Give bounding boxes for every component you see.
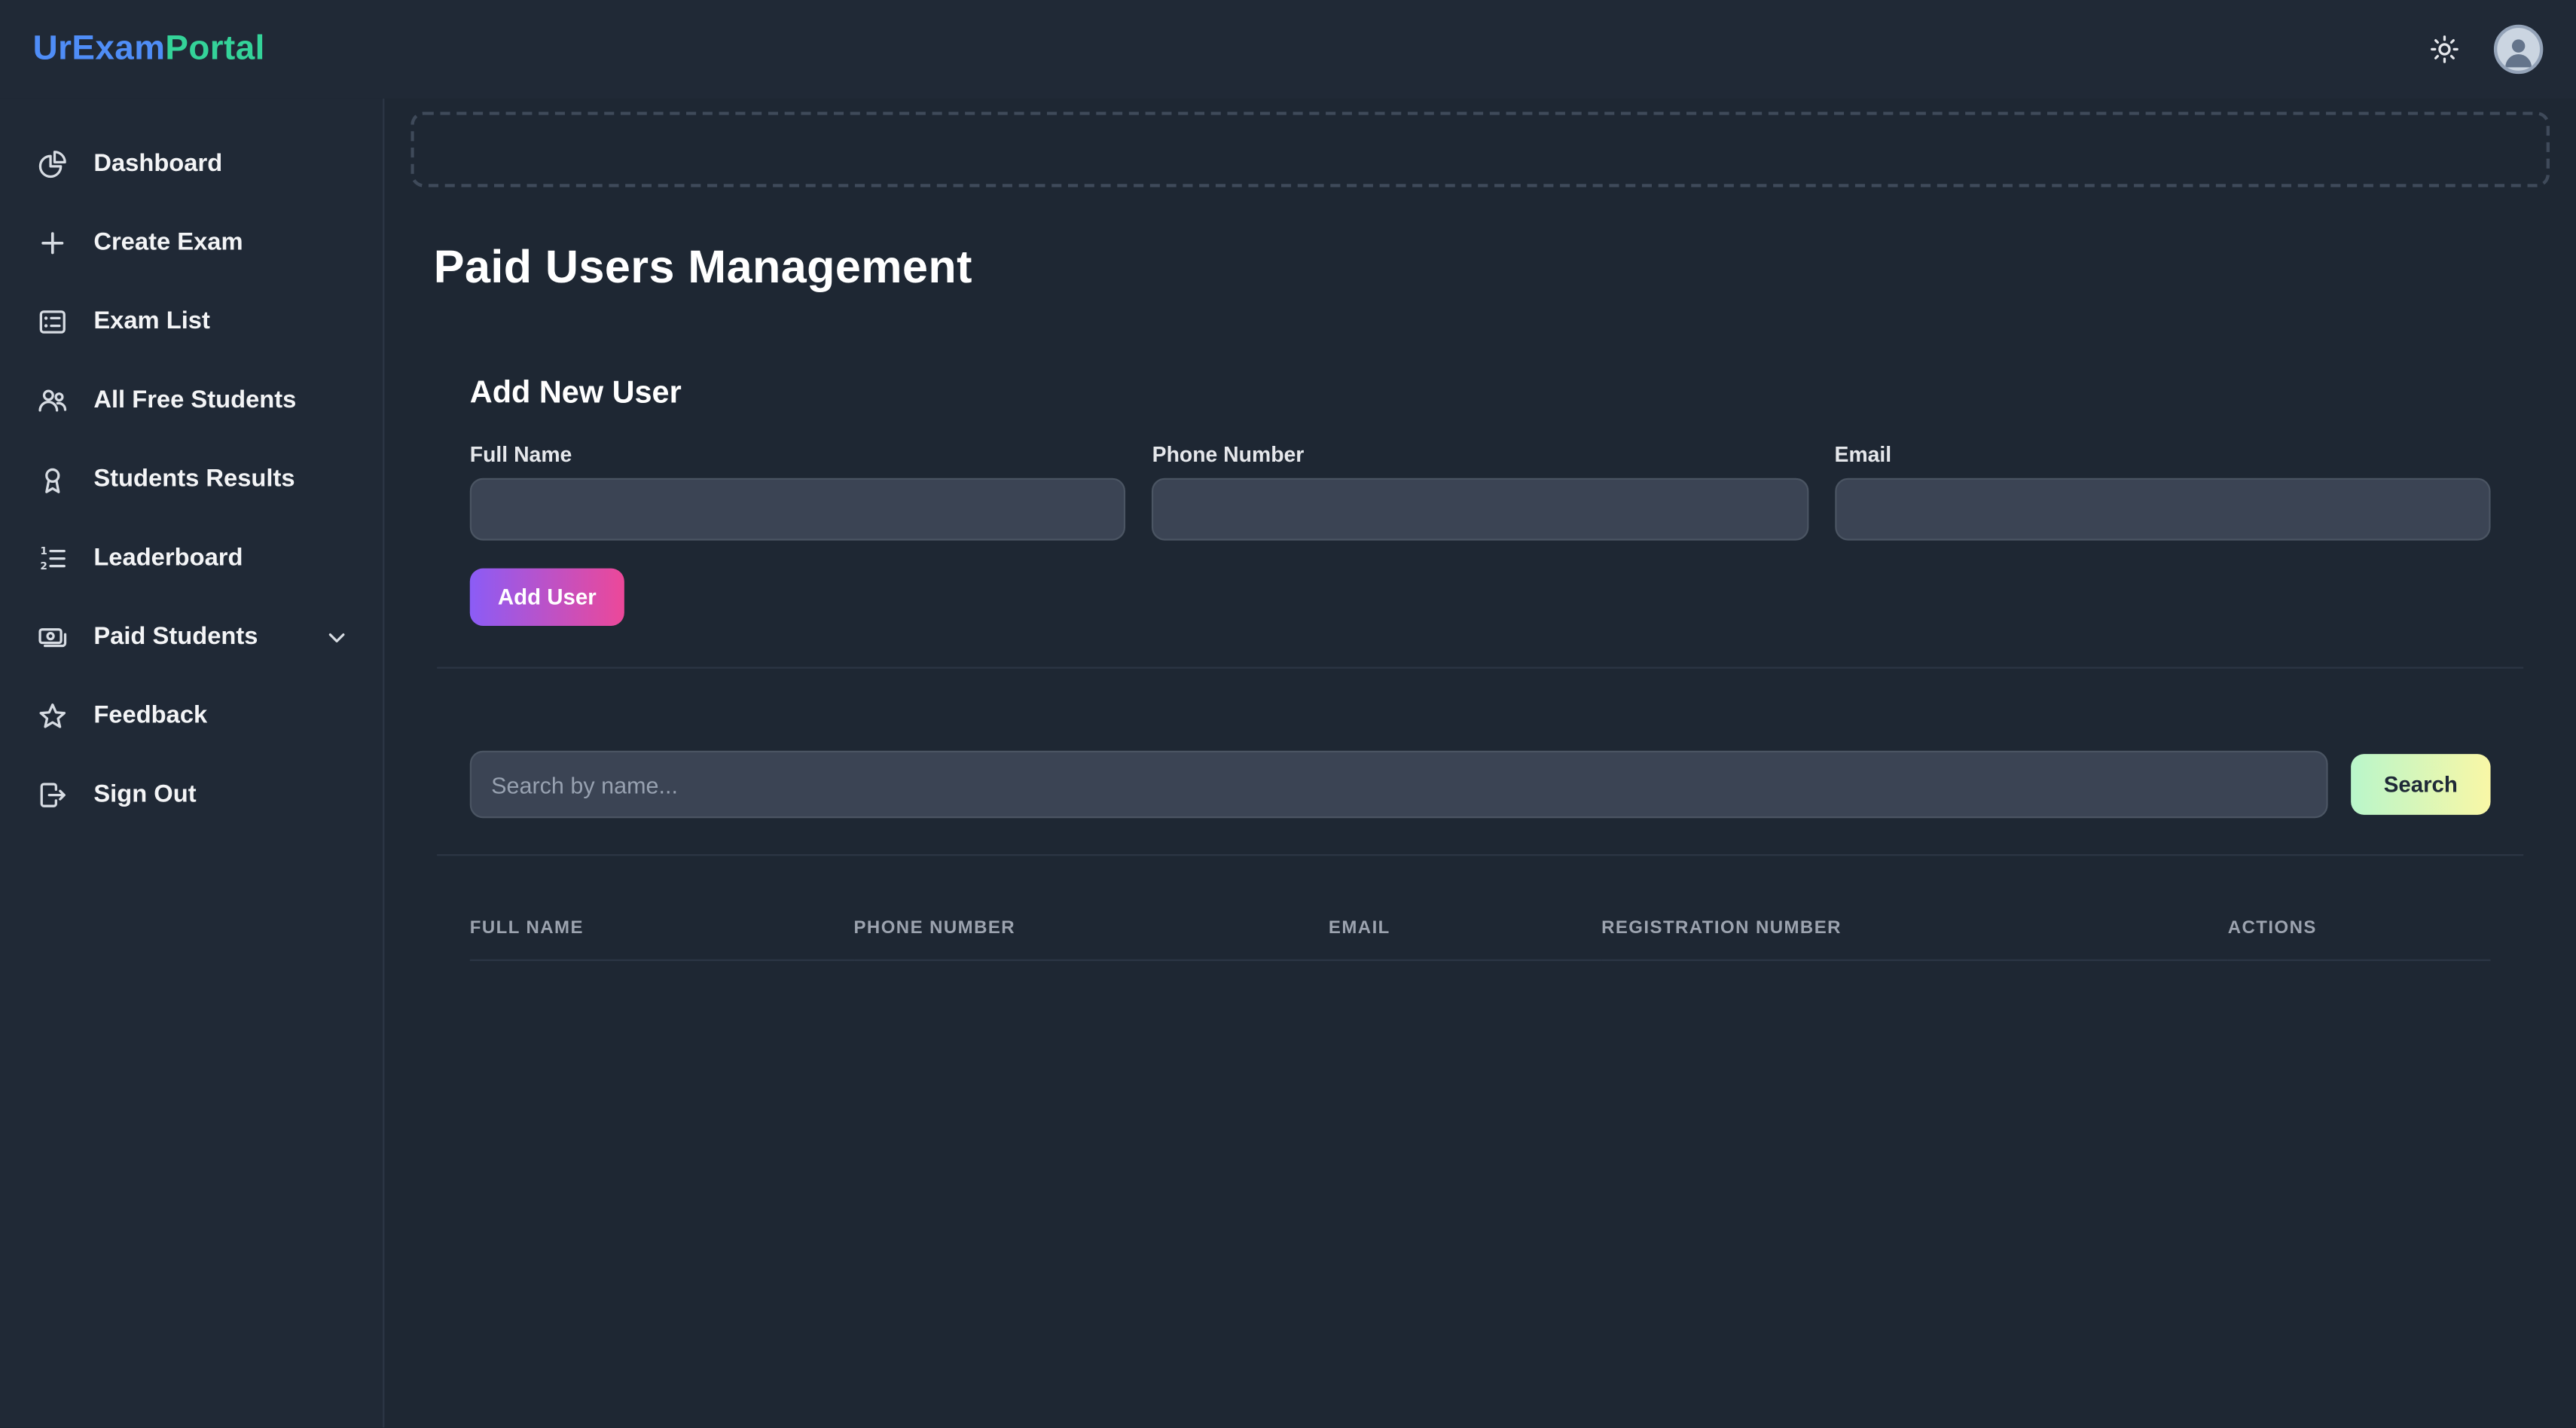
column-header-registration-number: REGISTRATION NUMBER bbox=[1601, 878, 2228, 961]
phone-number-field-group: Phone Number bbox=[1152, 442, 1808, 541]
add-user-form: Full Name Phone Number Email bbox=[469, 441, 2491, 541]
sidebar-item-leaderboard[interactable]: 1 2 Leaderboard bbox=[0, 520, 383, 594]
phone-number-label: Phone Number bbox=[1152, 441, 1305, 467]
list-card-icon bbox=[36, 305, 69, 338]
numbered-list-icon: 1 2 bbox=[36, 542, 69, 575]
email-input[interactable] bbox=[1834, 478, 2491, 541]
paid-users-table: FULL NAME PHONE NUMBER EMAIL REGISTRATIO… bbox=[469, 878, 2491, 961]
svg-text:1: 1 bbox=[40, 545, 47, 557]
email-label: Email bbox=[1834, 441, 1892, 467]
sidebar-item-label: Feedback bbox=[93, 701, 208, 730]
full-name-field-group: Full Name bbox=[469, 441, 1126, 541]
search-section: Search bbox=[469, 750, 2491, 819]
column-header-actions: ACTIONS bbox=[2227, 878, 2491, 961]
table-header-row: FULL NAME PHONE NUMBER EMAIL REGISTRATIO… bbox=[469, 878, 2491, 961]
divider bbox=[437, 854, 2524, 856]
page-title: Paid Users Management bbox=[433, 241, 972, 293]
sidebar-item-label: Exam List bbox=[93, 307, 210, 335]
app-root: UrExamPortal Dashboard Create Exam Exam … bbox=[0, 0, 2576, 1428]
sidebar-item-sign-out[interactable]: Sign Out bbox=[0, 757, 383, 831]
sign-out-icon bbox=[36, 778, 69, 811]
sidebar-item-label: Dashboard bbox=[93, 149, 223, 178]
app-logo[interactable]: UrExamPortal bbox=[33, 29, 265, 69]
banknotes-icon bbox=[36, 620, 69, 653]
sidebar-item-label: Leaderboard bbox=[93, 543, 243, 572]
column-header-phone-number: PHONE NUMBER bbox=[853, 878, 1329, 961]
user-icon bbox=[2498, 31, 2538, 70]
sidebar-item-feedback[interactable]: Feedback bbox=[0, 679, 383, 752]
sidebar: Dashboard Create Exam Exam List All Free… bbox=[0, 98, 385, 1428]
add-new-user-title: Add New User bbox=[469, 376, 682, 411]
sidebar-item-exam-list[interactable]: Exam List bbox=[0, 284, 383, 358]
plus-icon bbox=[36, 226, 69, 259]
column-header-email: EMAIL bbox=[1328, 878, 1602, 961]
main-content: Paid Users Management Add New User Full … bbox=[384, 99, 2576, 1428]
theme-toggle-button[interactable] bbox=[2422, 26, 2468, 72]
pie-chart-icon bbox=[36, 147, 69, 180]
divider bbox=[437, 667, 2524, 669]
users-table-section: FULL NAME PHONE NUMBER EMAIL REGISTRATIO… bbox=[469, 878, 2491, 961]
sidebar-item-label: All Free Students bbox=[93, 386, 297, 414]
top-bar-actions bbox=[2422, 24, 2544, 75]
sun-icon bbox=[2428, 33, 2462, 66]
sidebar-item-all-free-students[interactable]: All Free Students bbox=[0, 363, 383, 437]
user-avatar[interactable] bbox=[2493, 24, 2544, 75]
full-name-label: Full Name bbox=[469, 441, 572, 467]
medal-icon bbox=[36, 462, 69, 496]
sidebar-item-paid-students[interactable]: Paid Students bbox=[0, 600, 383, 673]
search-button[interactable]: Search bbox=[2351, 754, 2491, 815]
email-field-group: Email bbox=[1834, 441, 2491, 541]
star-icon bbox=[36, 699, 69, 732]
sidebar-item-label: Paid Students bbox=[93, 622, 258, 651]
sidebar-item-label: Students Results bbox=[93, 465, 295, 493]
top-bar: UrExamPortal bbox=[0, 0, 2576, 99]
search-input[interactable] bbox=[469, 750, 2328, 819]
column-header-full-name: FULL NAME bbox=[469, 878, 854, 961]
ad-placeholder bbox=[411, 111, 2550, 188]
sidebar-item-dashboard[interactable]: Dashboard bbox=[0, 127, 383, 200]
users-icon bbox=[36, 383, 69, 416]
sidebar-item-label: Sign Out bbox=[93, 780, 197, 809]
logo-part-2: Portal bbox=[165, 29, 265, 68]
full-name-input[interactable] bbox=[469, 478, 1126, 541]
add-user-button[interactable]: Add User bbox=[469, 568, 624, 626]
phone-number-input[interactable] bbox=[1152, 478, 1808, 541]
svg-text:2: 2 bbox=[40, 560, 47, 572]
sidebar-item-label: Create Exam bbox=[93, 228, 243, 257]
chevron-down-icon bbox=[324, 624, 350, 650]
sidebar-item-students-results[interactable]: Students Results bbox=[0, 442, 383, 516]
logo-part-1: UrExam bbox=[32, 29, 166, 68]
add-new-user-section: Add New User Full Name Phone Number Emai… bbox=[469, 376, 2491, 626]
sidebar-item-create-exam[interactable]: Create Exam bbox=[0, 206, 383, 279]
